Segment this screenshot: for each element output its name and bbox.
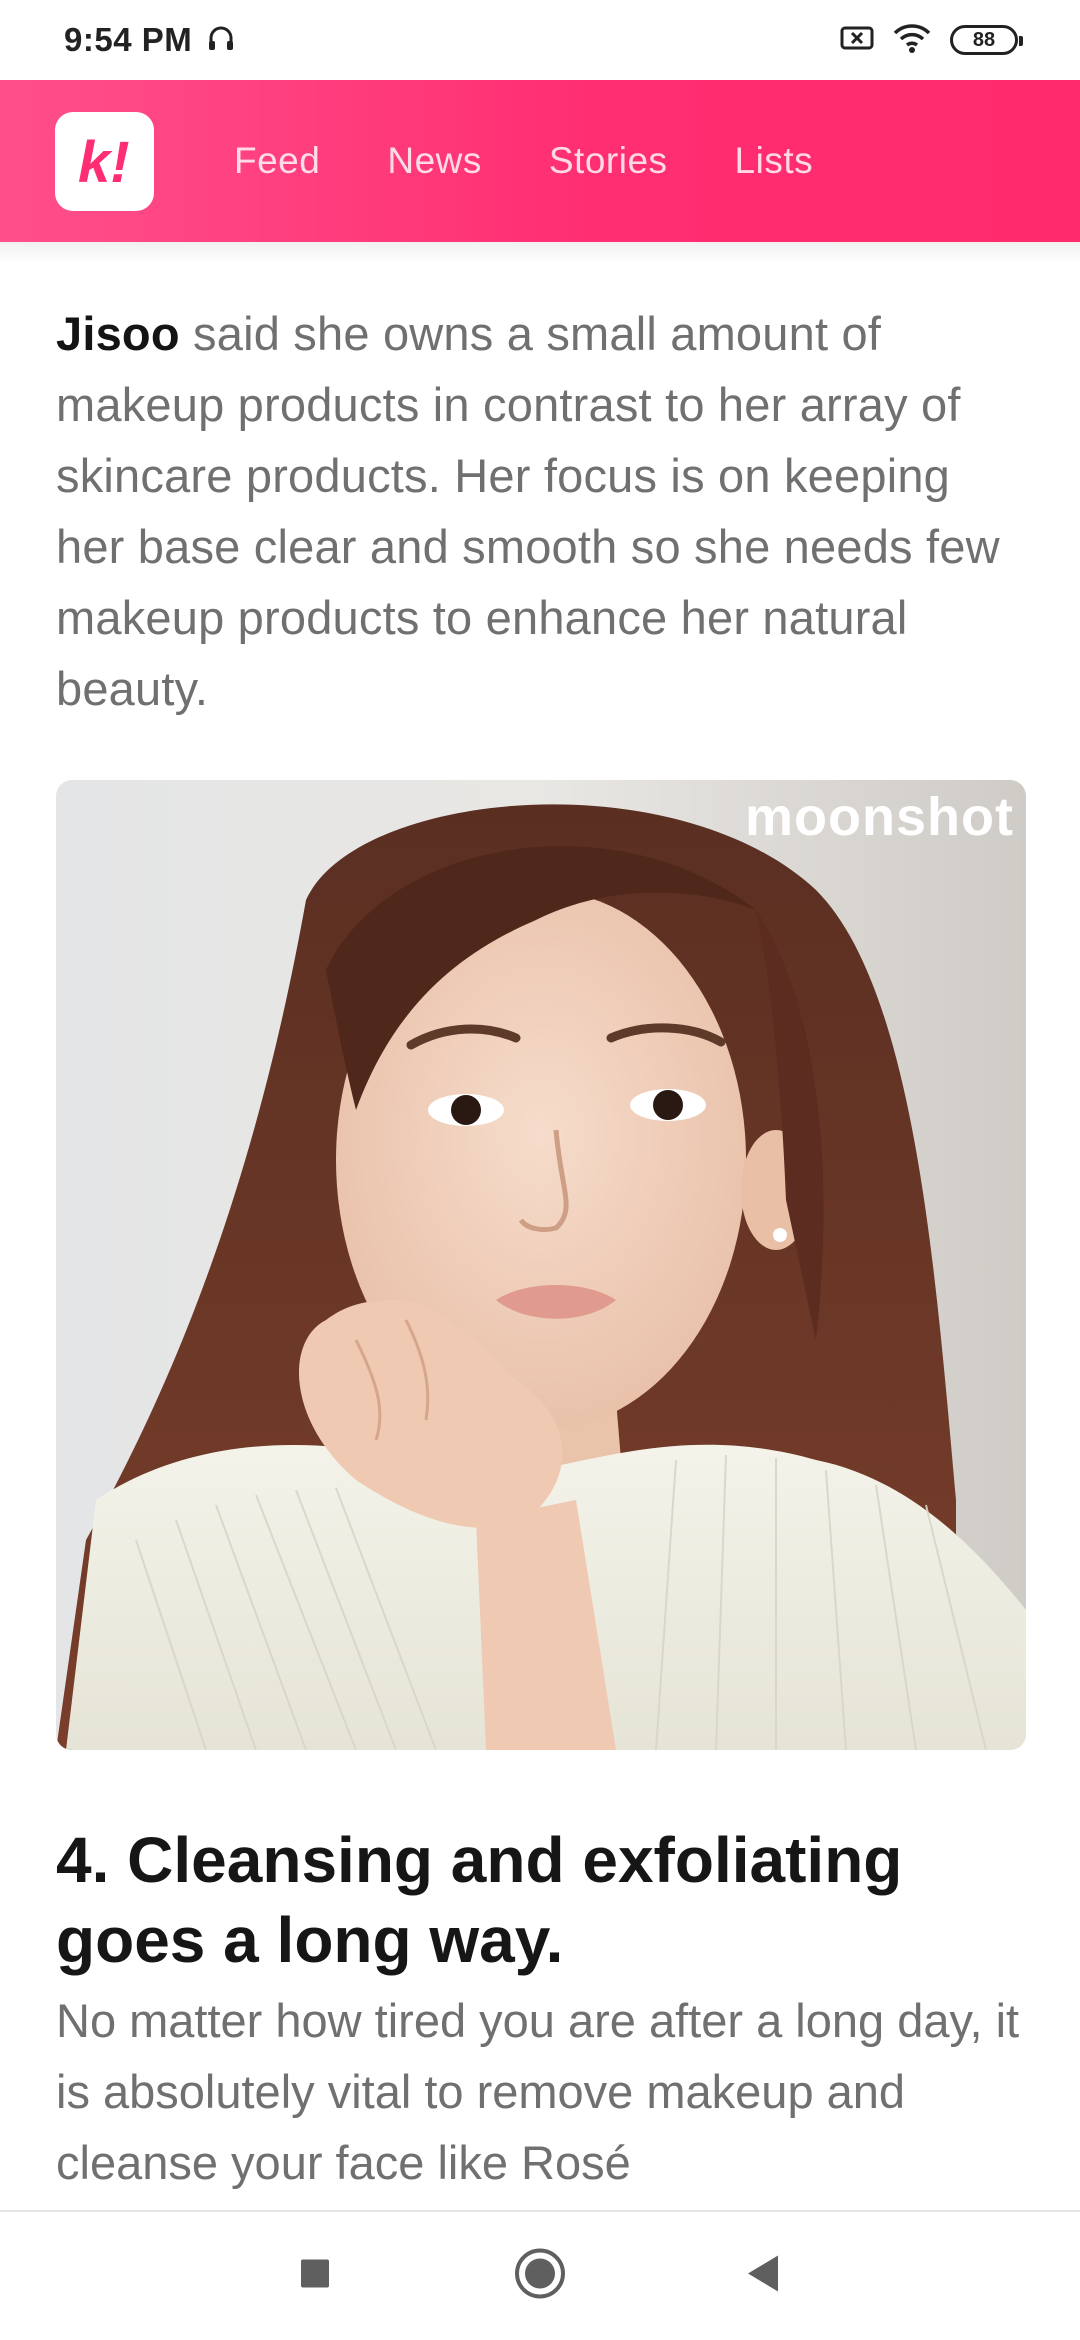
portrait-image <box>56 780 1026 1750</box>
back-triangle-icon[interactable] <box>744 2254 780 2299</box>
nav-stories[interactable]: Stories <box>549 140 668 182</box>
intro-name[interactable]: Jisoo <box>56 307 180 360</box>
intro-text: said she owns a small amount of makeup p… <box>56 307 1000 715</box>
image-watermark: moonshot <box>745 787 1014 847</box>
header-shadow <box>0 242 1080 262</box>
article-photo[interactable]: moonshot <box>56 780 1026 1750</box>
screen-cast-off-icon <box>840 24 874 57</box>
wifi-icon <box>892 22 932 59</box>
main-nav: Feed News Stories Lists <box>234 140 880 182</box>
status-time: 9:54 PM <box>64 21 193 58</box>
system-nav-bar <box>0 2210 1080 2340</box>
nav-feed[interactable]: Feed <box>234 140 320 182</box>
battery-level: 88 <box>972 28 996 51</box>
status-right: 88 <box>840 22 1023 59</box>
battery-icon: 88 <box>950 25 1023 55</box>
nav-news[interactable]: News <box>387 140 482 182</box>
body-paragraph: No matter how tired you are after a long… <box>56 1994 1020 2189</box>
app-header: k! Feed News Stories Lists <box>0 80 1080 242</box>
home-circle-icon[interactable] <box>514 2248 566 2305</box>
app-logo[interactable]: k! <box>55 111 154 211</box>
status-bar: 9:54 PM 88 <box>0 0 1080 80</box>
headset-icon <box>206 23 236 58</box>
recents-square-icon[interactable] <box>299 2258 331 2295</box>
article-body: Jisoo said she owns a small amount of ma… <box>56 298 1026 724</box>
koreaboo-logo-icon: k! <box>78 130 130 195</box>
section-heading: 4. Cleansing and exfoliating goes a long… <box>56 1824 903 1976</box>
nav-lists[interactable]: Lists <box>735 140 814 182</box>
status-left: 9:54 PM <box>64 21 236 59</box>
intro-paragraph: Jisoo said she owns a small amount of ma… <box>56 298 1026 724</box>
svg-text:k!: k! <box>78 130 130 195</box>
